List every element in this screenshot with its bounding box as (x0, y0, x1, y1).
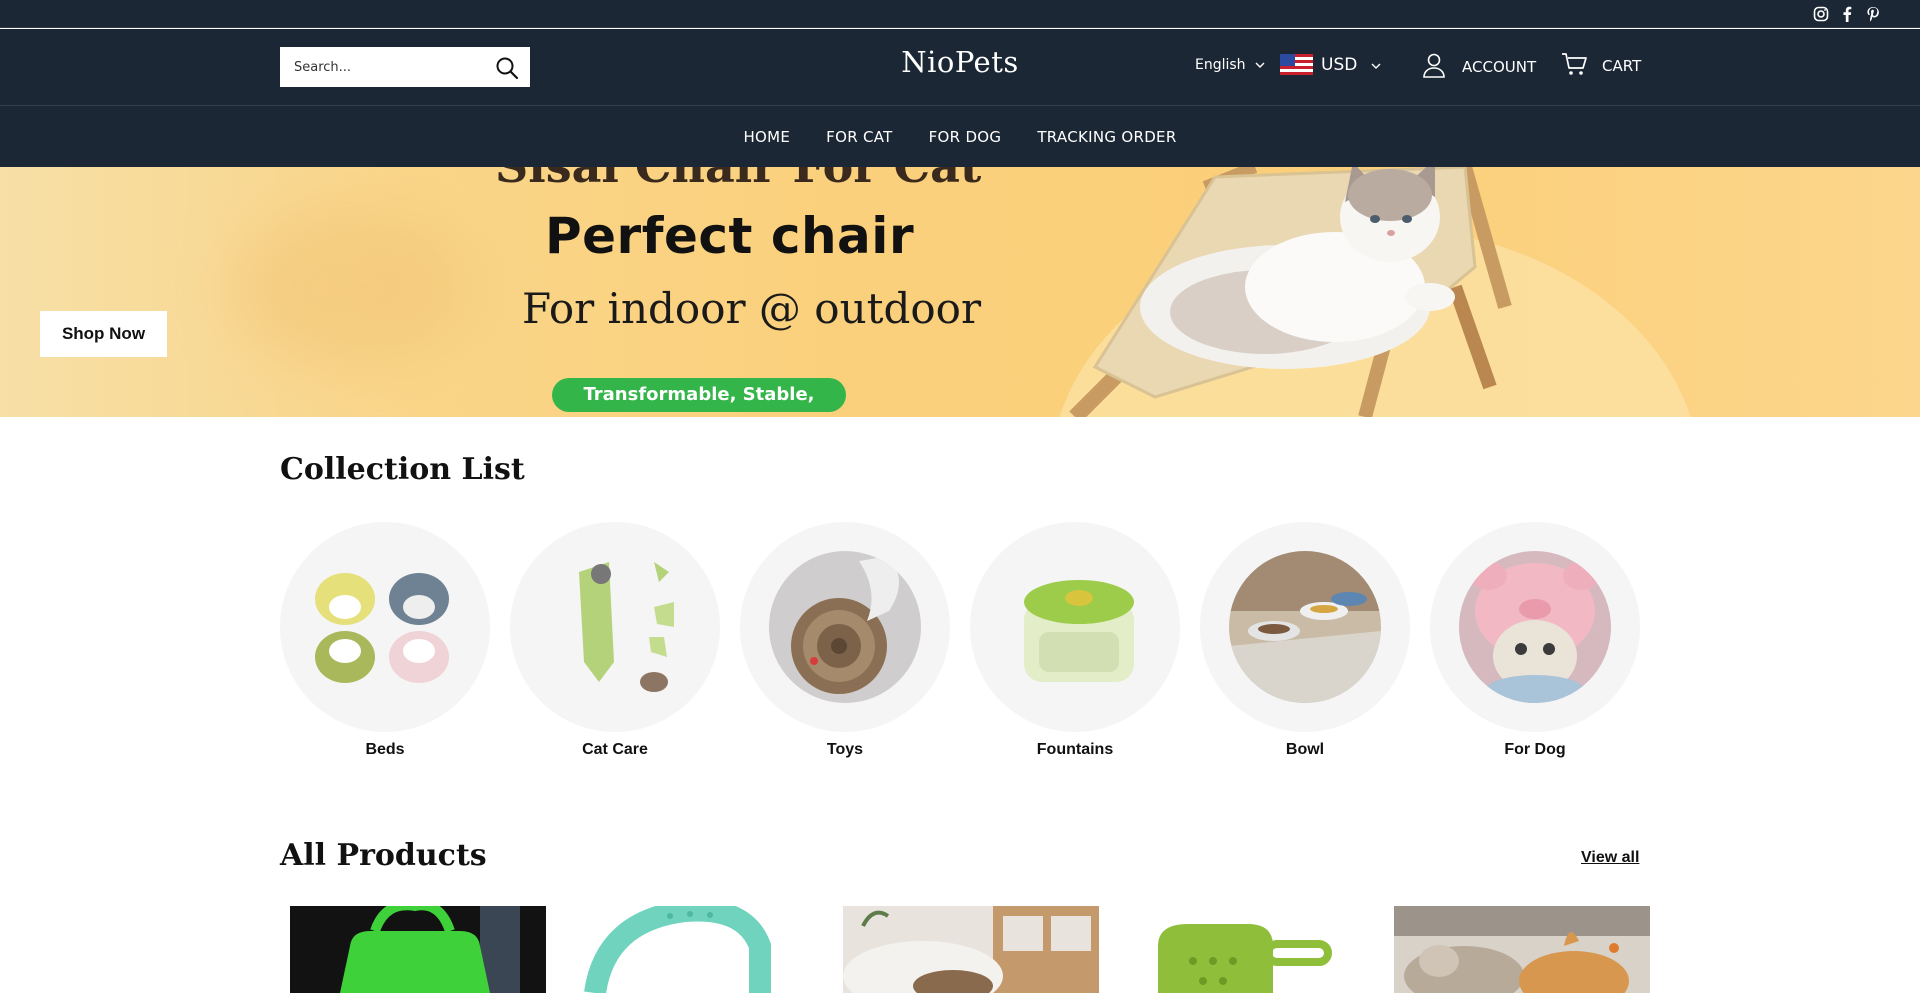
collection-image (740, 522, 950, 732)
collection-image (280, 522, 490, 732)
view-all-link[interactable]: View all (1581, 849, 1639, 867)
cat-chair-image (1069, 167, 1512, 417)
site-header: NioPets English USD ACCOUNT CART (0, 29, 1920, 106)
collection-item-toys[interactable]: Toys (740, 522, 950, 759)
chevron-down-icon (1255, 57, 1265, 73)
collection-item-for-dog[interactable]: For Dog (1430, 522, 1640, 759)
collection-item-cat-care[interactable]: Cat Care (510, 522, 720, 759)
top-bar (0, 0, 1920, 28)
hero-blur (230, 207, 470, 367)
cart-link[interactable]: CART (1560, 51, 1641, 81)
collection-label: For Dog (1504, 741, 1566, 758)
product-grid (290, 906, 1650, 993)
hero-title-partial: Sisal Chair For Cat (495, 167, 981, 193)
search-box (280, 47, 530, 87)
currency-selector[interactable]: USD (1280, 54, 1381, 75)
nav-item-home[interactable]: HOME (743, 128, 790, 146)
hero-feature-pill: Transformable, Stable, Stylish (552, 378, 846, 412)
collection-image (1200, 522, 1410, 732)
us-flag-icon (1280, 54, 1313, 75)
hero-banner[interactable]: Sisal Chair For Cat Perfect chair For in… (0, 167, 1920, 417)
chevron-down-icon (1371, 55, 1381, 75)
nav-item-for-dog[interactable]: FOR DOG (929, 128, 1002, 146)
product-card[interactable] (843, 906, 1099, 993)
collection-label: Beds (365, 741, 405, 758)
all-products-title: All Products (280, 838, 487, 873)
collection-label: Toys (826, 741, 864, 758)
collection-label: Fountains (1036, 741, 1114, 758)
collection-list-title: Collection List (280, 452, 525, 487)
currency-label: USD (1321, 54, 1358, 75)
collection-label: Cat Care (582, 741, 648, 758)
collection-image (1430, 522, 1640, 732)
product-card[interactable] (1118, 906, 1374, 993)
nav-item-for-cat[interactable]: FOR CAT (826, 128, 892, 146)
site-logo[interactable]: NioPets (901, 45, 1019, 79)
main-nav: HOME FOR CAT FOR DOG TRACKING ORDER (0, 106, 1920, 167)
language-label: English (1195, 57, 1246, 73)
shop-now-button[interactable]: Shop Now (40, 311, 167, 357)
instagram-icon[interactable] (1812, 5, 1830, 23)
pinterest-icon[interactable] (1864, 5, 1882, 23)
facebook-icon[interactable] (1838, 5, 1856, 23)
social-links (1812, 5, 1882, 23)
collection-item-fountains[interactable]: Fountains (970, 522, 1180, 759)
cart-icon (1560, 51, 1588, 81)
collection-list: Beds Cat Care Toys Fountains Bowl For Do… (280, 522, 1640, 762)
collection-item-beds[interactable]: Beds (280, 522, 490, 759)
collection-item-bowl[interactable]: Bowl (1200, 522, 1410, 759)
product-card[interactable] (290, 906, 546, 993)
product-card[interactable] (565, 906, 821, 993)
account-label: ACCOUNT (1462, 58, 1537, 76)
hero-headline: Perfect chair (545, 207, 915, 265)
search-icon[interactable] (495, 56, 519, 80)
nav-item-tracking-order[interactable]: TRACKING ORDER (1037, 128, 1176, 146)
user-icon (1420, 51, 1448, 83)
collection-label: Bowl (1285, 741, 1325, 758)
collection-image (970, 522, 1180, 732)
account-link[interactable]: ACCOUNT (1420, 51, 1536, 83)
collection-image (510, 522, 720, 732)
hero-subline: For indoor @ outdoor (522, 284, 982, 333)
search-input[interactable] (281, 48, 481, 86)
cart-label: CART (1602, 57, 1642, 75)
product-card[interactable] (1394, 906, 1650, 993)
language-selector[interactable]: English (1195, 57, 1265, 73)
